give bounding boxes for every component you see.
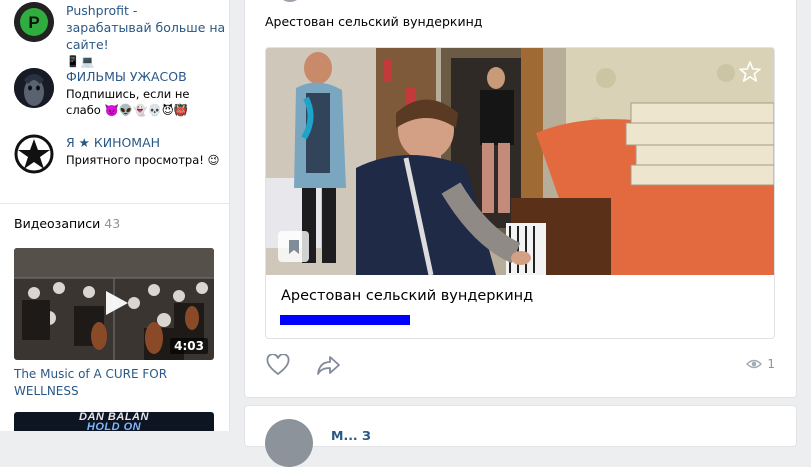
- pushprofit-avatar[interactable]: P: [14, 2, 54, 42]
- author-avatar[interactable]: [265, 419, 313, 467]
- video-overlay-title: DAN BALAN HOLD ON: [14, 412, 214, 431]
- group-item-kinoman[interactable]: Я ★ КИНОМАН Приятного просмотра! 😉: [14, 134, 226, 174]
- horror-face-icon: [14, 68, 54, 108]
- star-emblem-icon: [14, 134, 54, 174]
- group-item-pushprofit[interactable]: P Pushprofit - зарабатывай больше на сай…: [14, 2, 226, 70]
- bookmark-button[interactable]: [278, 231, 309, 262]
- group-name[interactable]: Pushprofit - зарабатывай больше на сайте…: [66, 2, 226, 53]
- play-icon[interactable]: [100, 288, 130, 318]
- video-overlay-line: HOLD ON: [86, 421, 142, 432]
- share-arrow-icon: [317, 356, 340, 375]
- group-subtitle: Подпишись, если не слабо 👿👽👻💀😈👹: [66, 87, 190, 117]
- group-name[interactable]: ФИЛЬМЫ УЖАСОВ: [66, 68, 226, 85]
- videos-heading-label[interactable]: Видеозаписи: [14, 216, 100, 231]
- group-name[interactable]: Я ★ КИНОМАН: [66, 134, 226, 151]
- pushprofit-logo-icon: P: [14, 2, 54, 42]
- videos-count: 43: [104, 216, 121, 231]
- like-button[interactable]: [265, 352, 291, 378]
- share-button[interactable]: [316, 352, 342, 378]
- author-avatar[interactable]: [277, 0, 303, 2]
- boy-playing-piano-photo: [266, 48, 774, 275]
- link-preview-image[interactable]: [266, 48, 774, 275]
- link-title[interactable]: Арестован сельский вундеркинд: [281, 288, 533, 304]
- group-subtitle: Приятного просмотра! 😉: [66, 153, 220, 167]
- author-name[interactable]: М... З: [331, 428, 371, 443]
- sidebar-divider: [0, 203, 229, 204]
- star-icon: [739, 61, 761, 82]
- feed-post: Арестован сельский вундеркинд Арестован …: [244, 0, 797, 398]
- eye-icon: [746, 359, 763, 369]
- link-attachment[interactable]: Арестован сельский вундеркинд: [265, 47, 775, 339]
- group-item-horror-films[interactable]: ФИЛЬМЫ УЖАСОВ Подпишись, если не слабо 👿…: [14, 68, 226, 118]
- left-sidebar: P Pushprofit - зарабатывай больше на сай…: [0, 0, 230, 431]
- video-thumbnail[interactable]: DAN BALAN HOLD ON: [14, 412, 214, 431]
- link-url-redacted[interactable]: [280, 315, 410, 325]
- post-actions: [265, 352, 367, 378]
- heart-icon: [266, 354, 290, 376]
- post-text: Арестован сельский вундеркинд: [265, 14, 483, 29]
- svg-text:P: P: [28, 13, 39, 32]
- video-duration: 4:03: [170, 338, 208, 354]
- fave-star-button[interactable]: [738, 60, 762, 84]
- views-count: 1: [767, 357, 775, 371]
- kinoman-avatar[interactable]: [14, 134, 54, 174]
- views-counter: 1: [746, 357, 775, 371]
- video-thumbnail[interactable]: 4:03: [14, 248, 214, 360]
- videos-heading[interactable]: Видеозаписи 43: [14, 216, 120, 231]
- bookmark-icon: [288, 239, 299, 254]
- feed-post: М... З: [244, 405, 797, 467]
- video-title[interactable]: The Music of A CURE FOR WELLNESS: [14, 366, 214, 400]
- horror-films-avatar[interactable]: [14, 68, 54, 108]
